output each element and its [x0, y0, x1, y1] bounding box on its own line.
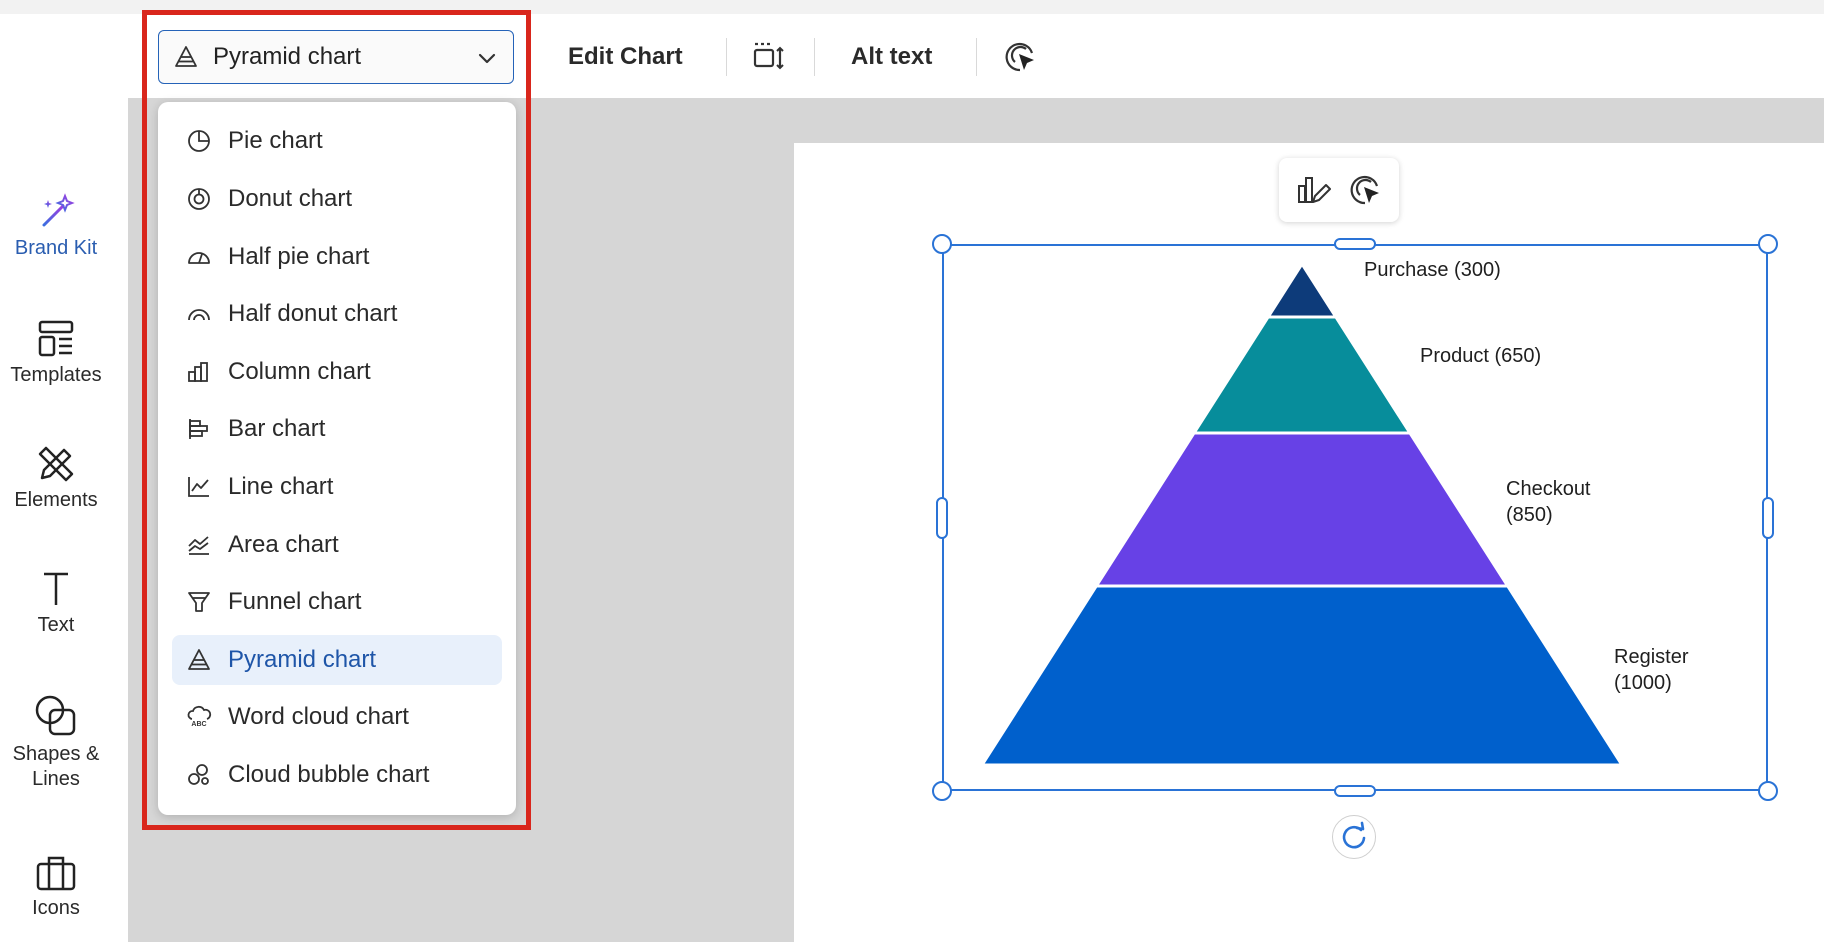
- resize-handle-left[interactable]: [936, 497, 948, 539]
- menu-item-label: Column chart: [228, 358, 371, 385]
- resize-handle-bottom-right[interactable]: [1758, 781, 1778, 801]
- menu-item-half-donut-chart[interactable]: Half donut chart: [172, 289, 502, 339]
- svg-text:ABC: ABC: [191, 721, 206, 728]
- menu-item-label: Cloud bubble chart: [228, 761, 430, 788]
- animate-cursor-icon[interactable]: [1347, 172, 1383, 208]
- edit-chart-icon[interactable]: [1295, 172, 1331, 208]
- menu-item-label: Pie chart: [228, 127, 323, 154]
- menu-item-label: Funnel chart: [228, 588, 362, 615]
- word-cloud-chart-icon: ABC: [187, 705, 212, 728]
- rotate-icon: [1342, 821, 1366, 849]
- resize-handle-bottom[interactable]: [1334, 785, 1376, 797]
- element-floating-toolbar: [1279, 158, 1399, 222]
- menu-item-label: Half donut chart: [228, 300, 398, 327]
- donut-chart-icon: [188, 188, 210, 210]
- line-chart-icon: [188, 477, 209, 497]
- cloud-bubble-chart-icon: [188, 764, 209, 785]
- bar-chart-icon: [189, 419, 208, 439]
- menu-item-label: Word cloud chart: [228, 703, 409, 730]
- area-chart-icon: [188, 536, 209, 555]
- menu-item-column-chart[interactable]: Column chart: [172, 347, 502, 397]
- menu-item-area-chart[interactable]: Area chart: [172, 520, 502, 570]
- menu-item-label: Pyramid chart: [228, 646, 377, 673]
- resize-handle-bottom-left[interactable]: [932, 781, 952, 801]
- menu-item-line-chart[interactable]: Line chart: [172, 462, 502, 512]
- menu-item-donut-chart[interactable]: Donut chart: [172, 174, 502, 224]
- menu-item-funnel-chart[interactable]: Funnel chart: [172, 577, 502, 627]
- selection-box: [942, 244, 1768, 791]
- menu-item-word-cloud-chart[interactable]: ABC Word cloud chart: [172, 692, 502, 742]
- resize-handle-top-left[interactable]: [932, 234, 952, 254]
- menu-item-pyramid-chart[interactable]: Pyramid chart: [172, 635, 502, 685]
- menu-item-label: Bar chart: [228, 415, 326, 442]
- menu-item-cloud-bubble-chart[interactable]: Cloud bubble chart: [172, 750, 502, 800]
- menu-item-bar-chart[interactable]: Bar chart: [172, 404, 502, 454]
- rotate-handle[interactable]: [1332, 815, 1376, 859]
- menu-item-pie-chart[interactable]: Pie chart: [172, 116, 502, 166]
- resize-handle-top[interactable]: [1334, 238, 1376, 250]
- half-donut-chart-icon: [188, 309, 210, 321]
- column-chart-icon: [188, 362, 208, 382]
- half-pie-chart-icon: [188, 252, 210, 264]
- menu-item-label: Area chart: [228, 531, 339, 558]
- resize-handle-top-right[interactable]: [1758, 234, 1778, 254]
- menu-item-label: Donut chart: [228, 185, 353, 212]
- chart-type-menu: Pie chart Donut chart Half pie chart Hal…: [158, 102, 516, 815]
- funnel-chart-icon: [188, 592, 210, 612]
- menu-item-half-pie-chart[interactable]: Half pie chart: [172, 232, 502, 282]
- pyramid-chart-icon: [188, 649, 210, 670]
- menu-item-label: Half pie chart: [228, 243, 370, 270]
- pie-chart-icon: [188, 130, 210, 152]
- menu-item-label: Line chart: [228, 473, 334, 500]
- resize-handle-right[interactable]: [1762, 497, 1774, 539]
